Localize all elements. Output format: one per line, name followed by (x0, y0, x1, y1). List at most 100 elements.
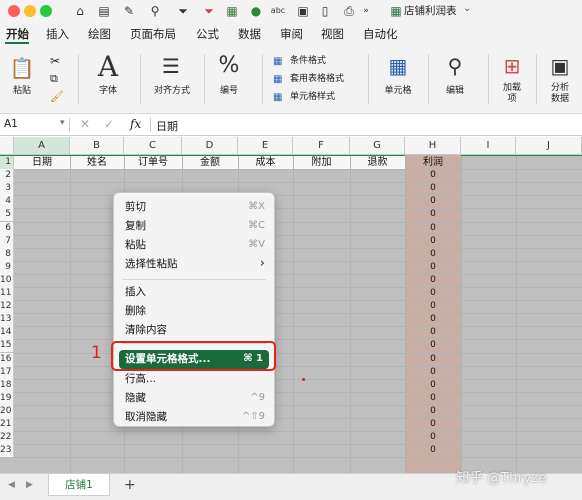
tab-page-layout[interactable]: 页面布局 (130, 27, 176, 41)
more-icon[interactable]: » (361, 3, 371, 19)
row-header-11[interactable]: 11 (0, 287, 14, 301)
header-cell[interactable]: 订单号 (124, 156, 182, 169)
menu-item-row-height[interactable]: 行高... (114, 370, 274, 388)
menu-item-paste[interactable]: 粘贴 ⌘V (114, 236, 274, 254)
row-header-20[interactable]: 20 (0, 404, 14, 418)
column-header-E[interactable]: E (238, 137, 293, 155)
tab-home[interactable]: 开始 (6, 27, 29, 41)
spelling-icon[interactable]: abc (270, 3, 286, 19)
profit-cell[interactable]: 0 (405, 353, 461, 366)
row-header-21[interactable]: 21 (0, 418, 14, 432)
profit-cell[interactable]: 0 (405, 274, 461, 287)
print-icon[interactable]: ⎙ (342, 3, 356, 19)
cancel-icon[interactable]: ✕ (80, 117, 90, 131)
row-header-19[interactable]: 19 (0, 391, 14, 405)
profit-cell[interactable]: 0 (405, 182, 461, 195)
percent-icon[interactable]: % (216, 54, 242, 78)
name-box-dropdown-icon[interactable]: ▾ (60, 118, 65, 128)
zoom-window-button[interactable] (40, 5, 52, 17)
column-header-C[interactable]: C (124, 137, 182, 155)
menu-item-paste-special[interactable]: 选择性粘贴 › (114, 255, 274, 273)
table-format-icon[interactable]: ▦ (273, 74, 282, 85)
row-header-6[interactable]: 6 (0, 221, 14, 235)
row-header-17[interactable]: 17 (0, 365, 14, 379)
column-header-H[interactable]: H (405, 137, 461, 155)
align-icon[interactable]: ☰ (156, 54, 186, 78)
document-icon[interactable]: ▯ (318, 3, 332, 19)
profit-cell[interactable]: 0 (405, 222, 461, 235)
column-header-A[interactable]: A (14, 137, 70, 155)
home-icon[interactable]: ⌂ (73, 3, 87, 19)
record-icon[interactable]: ● (249, 3, 263, 19)
table-format-label[interactable]: 套用表格格式 (290, 74, 344, 85)
format-painter-icon[interactable]: ✎ (121, 3, 137, 19)
row-header-16[interactable]: 16 (0, 352, 14, 366)
profit-cell[interactable]: 0 (405, 405, 461, 418)
title-chevron-icon[interactable]: ⌄ (463, 3, 471, 14)
row-header-15[interactable]: 15 (0, 339, 14, 353)
tab-view[interactable]: 视图 (321, 27, 344, 41)
filter-icon[interactable]: ⏷ (176, 3, 190, 19)
addins-icon[interactable]: ⊞ (500, 54, 524, 78)
sheet-tab-active[interactable]: 店铺1 (48, 474, 110, 496)
next-sheet-icon[interactable]: ▶ (26, 480, 33, 490)
conditional-format-label[interactable]: 条件格式 (290, 56, 326, 67)
profit-cell[interactable]: 0 (405, 444, 461, 457)
profit-cell[interactable]: 0 (405, 248, 461, 261)
profit-cell[interactable]: 0 (405, 366, 461, 379)
row-header-18[interactable]: 18 (0, 378, 14, 392)
row-header-9[interactable]: 9 (0, 260, 14, 274)
profit-cell[interactable]: 0 (405, 379, 461, 392)
clear-filter-icon[interactable]: ⏷ (202, 3, 216, 19)
insert-function-icon[interactable]: fx (130, 117, 141, 131)
row-header-12[interactable]: 12 (0, 300, 14, 314)
tab-automate[interactable]: 自动化 (363, 27, 398, 41)
column-header-G[interactable]: G (350, 137, 405, 155)
save-icon[interactable]: ▤ (97, 3, 111, 19)
row-header-1[interactable]: 1 (0, 156, 14, 170)
row-header-22[interactable]: 22 (0, 431, 14, 445)
table-icon[interactable]: ▦ (225, 3, 239, 19)
analyze-data-icon[interactable]: ▣ (548, 54, 572, 78)
header-cell[interactable]: 姓名 (70, 156, 124, 169)
header-cell[interactable]: 附加 (293, 156, 350, 169)
profit-cell[interactable]: 0 (405, 208, 461, 221)
tab-draw[interactable]: 绘图 (88, 27, 111, 41)
row-header-4[interactable]: 4 (0, 195, 14, 209)
confirm-icon[interactable]: ✓ (104, 117, 114, 131)
row-header-8[interactable]: 8 (0, 247, 14, 261)
paste-icon[interactable]: 📋 (8, 56, 36, 80)
search-icon[interactable]: ⚲ (145, 3, 165, 19)
font-icon[interactable]: A (95, 52, 121, 82)
profit-cell[interactable]: 0 (405, 195, 461, 208)
header-cell[interactable]: 利润 (405, 156, 461, 169)
formula-input[interactable]: 日期 (156, 118, 178, 134)
name-box[interactable]: A1 (4, 118, 18, 130)
sheet-grid[interactable] (0, 137, 582, 473)
profit-cell[interactable]: 0 (405, 392, 461, 405)
row-header-14[interactable]: 14 (0, 326, 14, 340)
profit-cell[interactable]: 0 (405, 431, 461, 444)
cells-icon[interactable]: ▦ (385, 54, 411, 78)
find-icon[interactable]: ⚲ (442, 54, 468, 78)
add-sheet-button[interactable]: + (124, 477, 136, 493)
format-painter-brush-icon[interactable]: 🖌 (50, 90, 64, 103)
tab-formulas[interactable]: 公式 (196, 27, 219, 41)
menu-item-delete[interactable]: 删除 (114, 302, 274, 320)
profit-cell[interactable]: 0 (405, 313, 461, 326)
calculator-icon[interactable]: ▣ (296, 3, 310, 19)
profit-cell[interactable]: 0 (405, 287, 461, 300)
profit-cell[interactable]: 0 (405, 300, 461, 313)
profit-cell[interactable]: 0 (405, 326, 461, 339)
cut-icon[interactable]: ✂ (50, 54, 60, 68)
profit-cell[interactable]: 0 (405, 261, 461, 274)
header-cell[interactable]: 金额 (182, 156, 238, 169)
row-header-2[interactable]: 2 (0, 169, 14, 183)
tab-review[interactable]: 审阅 (280, 27, 303, 41)
column-header-F[interactable]: F (293, 137, 350, 155)
row-header-10[interactable]: 10 (0, 273, 14, 287)
column-header-J[interactable]: J (516, 137, 582, 155)
column-header-I[interactable]: I (461, 137, 516, 155)
tab-data[interactable]: 数据 (238, 27, 261, 41)
select-all-corner[interactable] (0, 137, 14, 155)
